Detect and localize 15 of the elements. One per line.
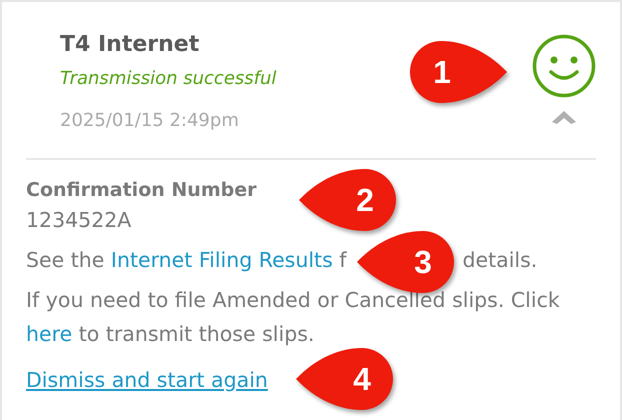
- details-text: details.: [462, 247, 538, 274]
- status-message: Transmission successful: [60, 67, 276, 91]
- here-link[interactable]: here: [26, 322, 72, 346]
- timestamp: 2025/01/15 2:49pm: [60, 109, 239, 133]
- chevron-icon[interactable]: [550, 108, 578, 125]
- filing-results-link[interactable]: Internet Filing Results: [110, 248, 333, 272]
- details-sentence: See the Internet Filing Results f: [26, 247, 347, 274]
- confirmation-number: 1234522A: [26, 207, 132, 234]
- smiley-icon: [532, 34, 596, 98]
- result-title: T4 Internet: [60, 31, 200, 59]
- numbered-callout: 2: [299, 168, 399, 232]
- dismiss-link[interactable]: Dismiss and start again: [26, 365, 268, 395]
- numbered-callout: 4: [296, 347, 396, 411]
- confirmation-label: Confirmation Number: [26, 178, 256, 203]
- numbered-callout: 1: [407, 40, 507, 104]
